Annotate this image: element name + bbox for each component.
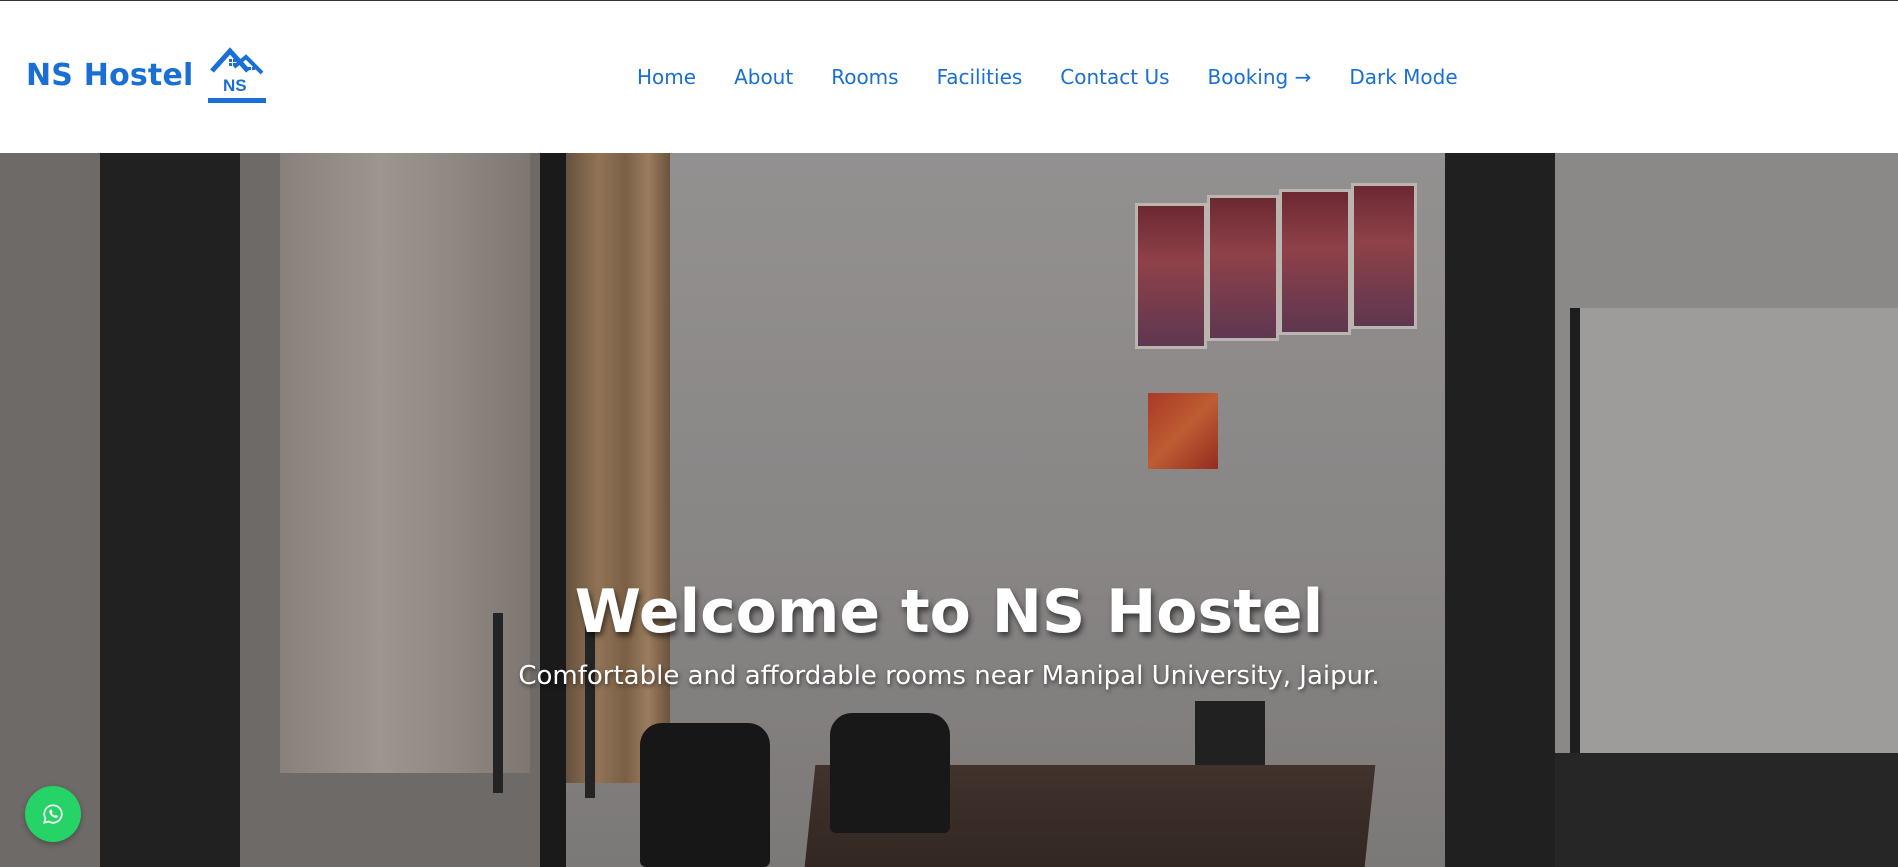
- hero-section: Welcome to NS Hostel Comfortable and aff…: [0, 153, 1898, 867]
- hero-subtitle: Comfortable and affordable rooms near Ma…: [518, 661, 1380, 691]
- nav-booking[interactable]: Booking →: [1208, 65, 1312, 89]
- nav-rooms[interactable]: Rooms: [831, 65, 898, 89]
- dark-mode-toggle[interactable]: Dark Mode: [1349, 65, 1457, 89]
- hero-overlay: [0, 153, 1898, 867]
- whatsapp-button[interactable]: [25, 786, 81, 842]
- nav-facilities[interactable]: Facilities: [937, 65, 1023, 89]
- nav-home[interactable]: Home: [637, 65, 696, 89]
- main-nav: Home About Rooms Facilities Contact Us B…: [637, 65, 1458, 89]
- site-header: NS Hostel NS Home About Rooms Facilities…: [0, 1, 1898, 153]
- hero-title: Welcome to NS Hostel: [574, 577, 1324, 647]
- logo-text: NS: [223, 76, 247, 95]
- nav-about[interactable]: About: [734, 65, 793, 89]
- nav-contact-us[interactable]: Contact Us: [1060, 65, 1169, 89]
- brand[interactable]: NS Hostel NS: [26, 45, 266, 105]
- house-logo-icon: NS: [207, 47, 266, 103]
- brand-name[interactable]: NS Hostel: [26, 58, 194, 93]
- whatsapp-icon: [43, 804, 63, 824]
